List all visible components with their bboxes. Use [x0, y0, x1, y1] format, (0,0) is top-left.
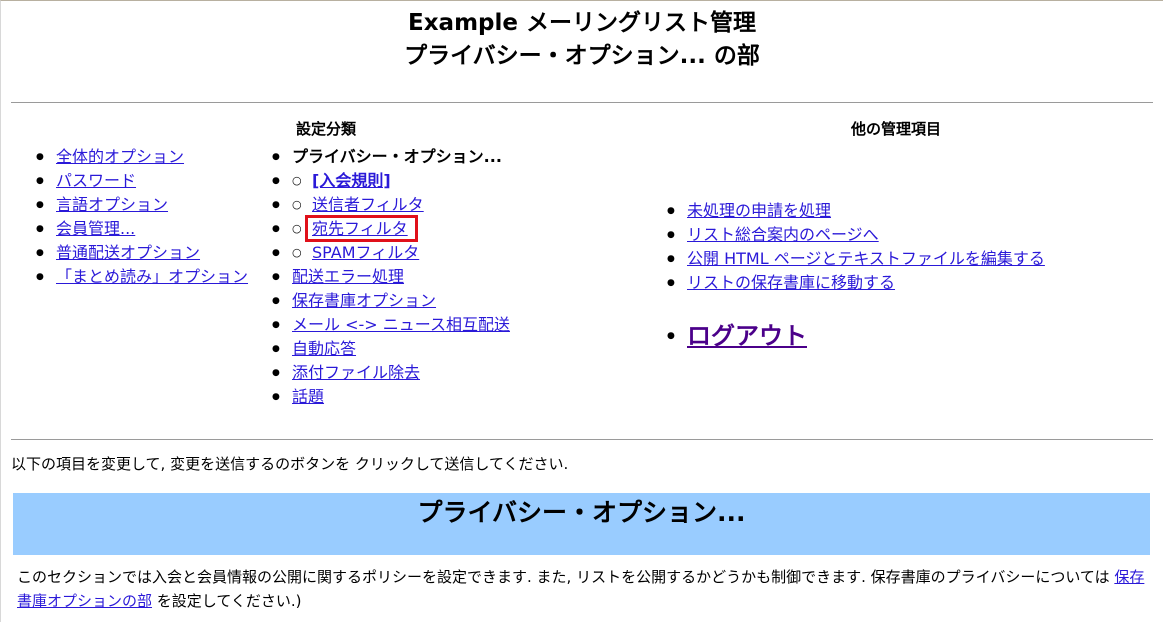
category-link-bounce[interactable]: 配送エラー処理	[292, 267, 404, 286]
admin-link-edit-html[interactable]: 公開 HTML ページとテキストファイルを編集する	[687, 249, 1045, 268]
category-link-digest[interactable]: 「まとめ読み」オプション	[56, 267, 248, 286]
page-subtitle: プライバシー・オプション... の部	[404, 43, 760, 69]
list-item: パスワード	[36, 169, 248, 193]
bullet: ○	[292, 246, 302, 259]
list-item: 添付ファイル除去	[272, 361, 510, 385]
list-item: ○ 送信者フィルタ	[272, 193, 510, 217]
category-link-nondigest[interactable]: 普通配送オプション	[56, 243, 200, 262]
list-item: 普通配送オプション	[36, 241, 248, 265]
list-item: ○ [入会規則]	[272, 169, 510, 193]
section-desc-text-end: を設定してください.)	[152, 592, 302, 610]
admin-link-listinfo[interactable]: リスト総合案内のページへ	[687, 225, 879, 244]
logout-link[interactable]: ログアウト	[687, 322, 807, 350]
sub-link-sender-filter[interactable]: 送信者フィルタ	[312, 195, 424, 214]
logout-list: ログアウト	[667, 319, 807, 353]
top-divider	[11, 102, 1153, 103]
category-link-archive[interactable]: 保存書庫オプション	[292, 291, 436, 310]
page-title: Example メーリングリスト管理	[408, 10, 756, 36]
list-item: 配送エラー処理	[272, 265, 510, 289]
list-item: 会員管理...	[36, 217, 248, 241]
sub-link-subscribing[interactable]: [入会規則]	[312, 171, 391, 190]
other-admin-heading: 他の管理項目	[851, 120, 942, 138]
list-item: 保存書庫オプション	[272, 289, 510, 313]
current-category-privacy: プライバシー・オプション...	[292, 147, 502, 166]
section-header: プライバシー・オプション...	[13, 493, 1150, 555]
list-item: 自動応答	[272, 337, 510, 361]
bullet: ○	[292, 198, 302, 211]
list-item: 未処理の申請を処理	[667, 199, 1045, 223]
middle-divider	[11, 439, 1153, 440]
category-link-general[interactable]: 全体的オプション	[56, 147, 184, 166]
list-item: 話題	[272, 385, 510, 409]
admin-link-pending[interactable]: 未処理の申請を処理	[687, 201, 831, 220]
list-item: 公開 HTML ページとテキストファイルを編集する	[667, 247, 1045, 271]
instruction-text: 以下の項目を変更して, 変更を送信するのボタンを クリックして送信してください.	[11, 455, 569, 473]
category-link-attachment[interactable]: 添付ファイル除去	[292, 363, 420, 382]
list-item: 「まとめ読み」オプション	[36, 265, 248, 289]
list-item: ○ 宛先フィルタ	[272, 215, 510, 242]
sub-link-recipient-filter[interactable]: 宛先フィルタ	[305, 215, 418, 242]
category-link-members[interactable]: 会員管理...	[56, 219, 135, 238]
list-item: メール <-> ニュース相互配送	[272, 313, 510, 337]
category-link-language[interactable]: 言語オプション	[56, 195, 168, 214]
list-item: リストの保存書庫に移動する	[667, 271, 1045, 295]
bullet: ○	[292, 174, 302, 187]
categories-heading: 設定分類	[296, 120, 357, 138]
page-header: Example メーリングリスト管理 プライバシー・オプション... の部	[1, 1, 1163, 73]
admin-link-archives[interactable]: リストの保存書庫に移動する	[687, 273, 895, 292]
section-title: プライバシー・オプション...	[417, 498, 746, 527]
list-item: リスト総合案内のページへ	[667, 223, 1045, 247]
bullet: ○	[292, 222, 302, 235]
list-item: プライバシー・オプション...	[272, 145, 510, 169]
list-item: ログアウト	[667, 319, 807, 353]
category-list-1: 全体的オプション パスワード 言語オプション 会員管理... 普通配送オプション…	[36, 145, 248, 289]
list-item: 全体的オプション	[36, 145, 248, 169]
category-link-autoreply[interactable]: 自動応答	[292, 339, 356, 358]
sub-link-spam-filter[interactable]: SPAMフィルタ	[312, 243, 419, 262]
list-item: 言語オプション	[36, 193, 248, 217]
other-admin-list: 未処理の申請を処理 リスト総合案内のページへ 公開 HTML ページとテキストフ…	[667, 199, 1045, 295]
category-list-2: プライバシー・オプション... ○ [入会規則] ○ 送信者フィルタ ○ 宛先フ…	[272, 145, 510, 409]
list-item: ○ SPAMフィルタ	[272, 241, 510, 265]
section-description: このセクションでは入会と会員情報の公開に関するポリシーを設定できます. また, …	[17, 565, 1152, 613]
section-desc-text: このセクションでは入会と会員情報の公開に関するポリシーを設定できます. また, …	[17, 568, 1115, 586]
category-link-gateway[interactable]: メール <-> ニュース相互配送	[292, 315, 510, 334]
category-link-topics[interactable]: 話題	[292, 387, 324, 406]
category-link-password[interactable]: パスワード	[56, 171, 136, 190]
